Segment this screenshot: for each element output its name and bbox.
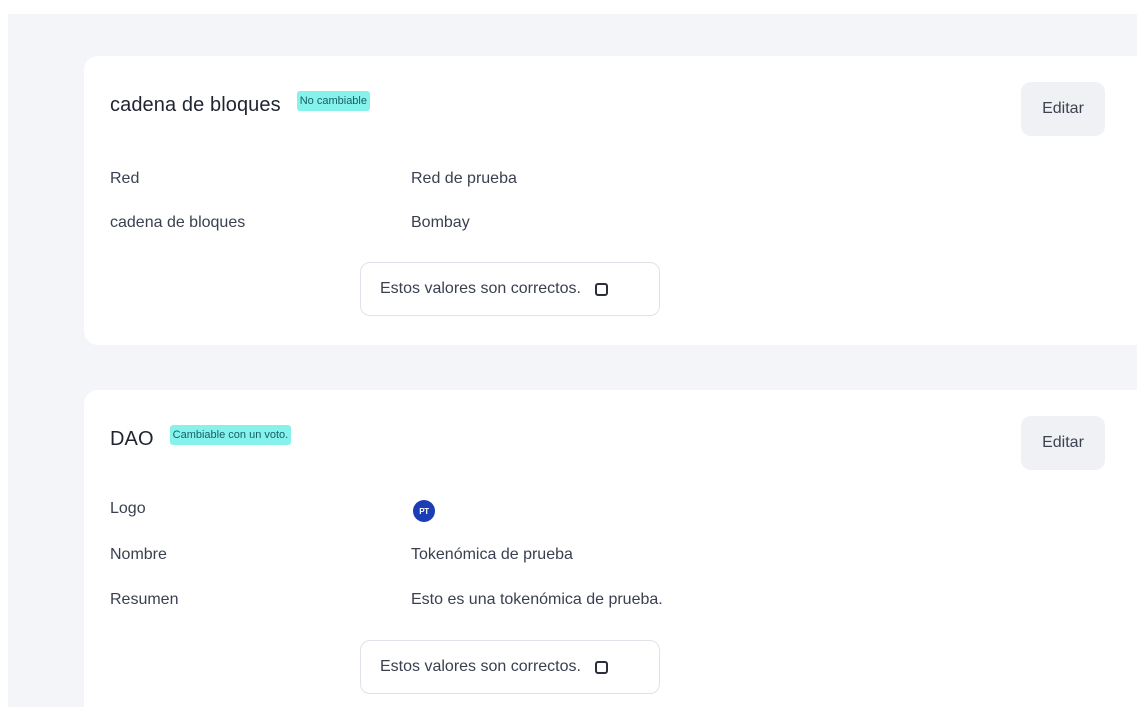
edit-button[interactable]: Editar (1021, 82, 1105, 136)
status-badge: No cambiable (296, 90, 370, 111)
field-value-blockchain: Bombay (411, 214, 470, 231)
confirm-label: Estos valores son correctos. (380, 658, 581, 675)
confirm-checkbox[interactable] (594, 660, 608, 674)
field-label-network: Red (110, 170, 140, 187)
field-value-summary: Esto es una tokenómica de prueba. (411, 591, 663, 608)
field-value-network: Red de prueba (411, 170, 517, 187)
section-title: cadena de bloques (110, 94, 281, 116)
field-label-blockchain: cadena de bloques (110, 214, 246, 231)
section-header: cadena de bloques No cambiable (110, 90, 370, 117)
field-label-name: Nombre (110, 546, 167, 563)
confirm-label: Estos valores son correctos. (380, 280, 581, 297)
confirm-values-box[interactable]: Estos valores son correctos. (360, 640, 660, 694)
field-label-summary: Resumen (110, 591, 179, 608)
section-header: DAO Cambiable con un voto. (110, 424, 292, 451)
edit-button[interactable]: Editar (1021, 416, 1105, 470)
section-title: DAO (110, 428, 154, 450)
dao-section-card: DAO Cambiable con un voto. Editar Logo P… (84, 390, 1137, 707)
blockchain-section-card: cadena de bloques No cambiable Editar Re… (84, 56, 1137, 345)
confirm-values-box[interactable]: Estos valores son correctos. (360, 262, 660, 316)
confirm-checkbox[interactable] (594, 282, 608, 296)
field-value-name: Tokenómica de prueba (411, 546, 573, 563)
status-badge: Cambiable con un voto. (169, 424, 292, 445)
token-logo-avatar: PT (413, 500, 435, 522)
field-label-logo: Logo (110, 500, 146, 517)
